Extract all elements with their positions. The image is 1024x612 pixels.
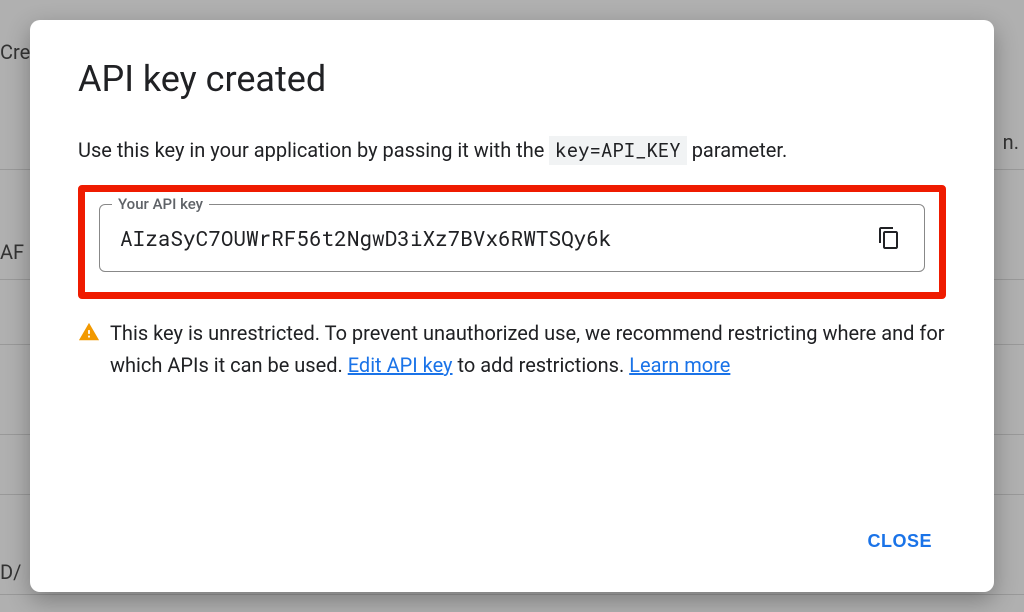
- api-key-field: Your API key AIzaSyC7OUWrRF56t2NgwD3iXz7…: [99, 204, 925, 272]
- edit-api-key-link[interactable]: Edit API key: [348, 353, 453, 377]
- learn-more-link[interactable]: Learn more: [629, 353, 730, 377]
- warning-section: This key is unrestricted. To prevent una…: [78, 317, 946, 381]
- dialog-actions: CLOSE: [78, 521, 946, 562]
- warning-icon: [78, 320, 100, 352]
- api-key-highlight-box: Your API key AIzaSyC7OUWrRF56t2NgwD3iXz7…: [78, 185, 946, 299]
- backdrop-text: D/: [0, 560, 21, 584]
- backdrop-text: AF: [0, 240, 24, 264]
- backdrop-text: n.: [1003, 130, 1019, 154]
- dialog-description: Use this key in your application by pass…: [78, 138, 946, 163]
- description-code: key=API_KEY: [549, 136, 686, 165]
- description-prefix: Use this key in your application by pass…: [78, 138, 549, 162]
- copy-icon: [877, 226, 901, 250]
- api-key-label: Your API key: [112, 195, 209, 213]
- copy-button[interactable]: [874, 223, 904, 253]
- api-key-value: AIzaSyC7OUWrRF56t2NgwD3iXz7BVx6RWTSQy6k: [120, 224, 874, 252]
- backdrop-text: Cre: [0, 40, 30, 64]
- description-suffix: parameter.: [692, 138, 788, 162]
- warning-text-mid: to add restrictions.: [457, 353, 629, 377]
- dialog-title: API key created: [78, 58, 946, 100]
- api-key-dialog: API key created Use this key in your app…: [30, 20, 994, 592]
- close-button[interactable]: CLOSE: [853, 521, 946, 562]
